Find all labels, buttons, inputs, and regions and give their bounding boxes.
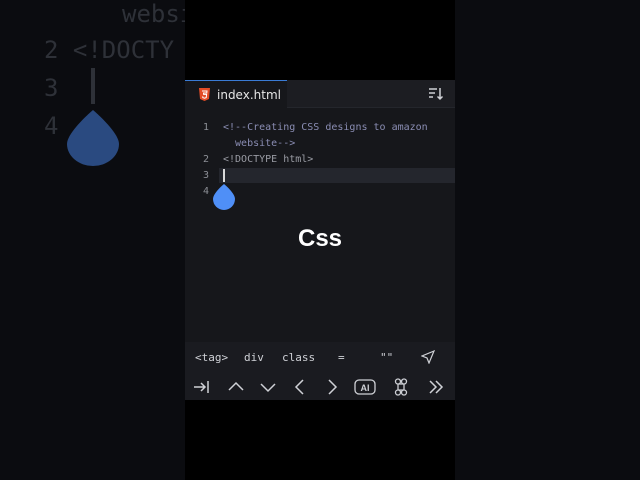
code-line: <!--Creating CSS designs to amazon bbox=[223, 122, 428, 133]
line-number: 4 bbox=[202, 186, 209, 197]
selection-handle-icon[interactable] bbox=[213, 184, 235, 210]
zoomed-background: websi 2 <!DOCTY 3 4 bbox=[0, 0, 185, 480]
svg-text:AI: AI bbox=[361, 383, 370, 393]
keyboard-toolbar: AI bbox=[185, 372, 455, 400]
line-number: 1 bbox=[202, 122, 209, 133]
current-line-highlight bbox=[219, 168, 455, 183]
send-icon[interactable] bbox=[421, 350, 435, 364]
command-icon[interactable] bbox=[392, 378, 410, 396]
chevron-left-icon[interactable] bbox=[291, 378, 309, 396]
bg-line-number-4: 4 bbox=[44, 112, 59, 140]
snippet-quotes[interactable]: "" bbox=[380, 351, 393, 364]
zoomed-background-right bbox=[455, 0, 640, 480]
snippet-class[interactable]: class bbox=[282, 351, 315, 364]
double-chevron-right-icon[interactable] bbox=[427, 378, 445, 396]
tab-label: index.html bbox=[217, 87, 281, 102]
line-number: 3 bbox=[202, 170, 209, 181]
bg-code-line-2: 2 <!DOCTY bbox=[44, 36, 175, 64]
text-caret bbox=[223, 169, 225, 182]
chevron-up-icon[interactable] bbox=[227, 378, 245, 396]
snippet-equals[interactable]: = bbox=[338, 351, 345, 364]
tab-index-html[interactable]: index.html bbox=[185, 80, 287, 108]
sort-icon[interactable] bbox=[427, 85, 445, 103]
tab-bar: index.html bbox=[185, 80, 455, 108]
bg-selection-handle-icon bbox=[67, 110, 119, 166]
bg-caret bbox=[91, 68, 95, 104]
video-caption: Css bbox=[297, 225, 343, 252]
phone-screen: index.html 1 <!--Creating CSS designs to… bbox=[185, 0, 455, 480]
line-number: 2 bbox=[202, 154, 209, 165]
bg-code-fragment: websi bbox=[122, 0, 185, 28]
code-line: <!DOCTYPE html> bbox=[223, 154, 314, 165]
code-line-wrapped: website--> bbox=[223, 138, 296, 149]
html5-icon bbox=[199, 88, 210, 101]
snippet-tag[interactable]: <tag> bbox=[195, 351, 228, 364]
snippet-div[interactable]: div bbox=[244, 351, 264, 364]
bg-line-number-3: 3 bbox=[44, 74, 59, 102]
tab-icon[interactable] bbox=[193, 378, 211, 396]
chevron-right-icon[interactable] bbox=[323, 378, 341, 396]
chevron-down-icon[interactable] bbox=[259, 378, 277, 396]
ai-icon[interactable]: AI bbox=[354, 378, 376, 396]
snippet-bar: <tag> div class = "" bbox=[185, 342, 455, 372]
